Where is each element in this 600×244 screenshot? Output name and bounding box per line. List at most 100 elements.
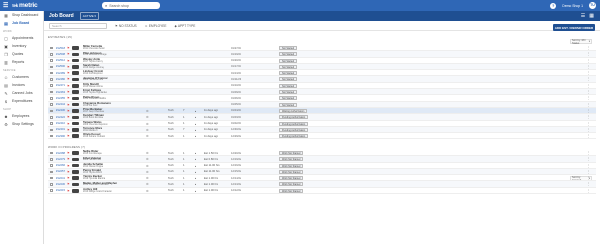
status-badge[interactable]: Work Not Started xyxy=(279,181,304,187)
wrench-icon[interactable]: ⚙ xyxy=(146,182,149,186)
menu-icon[interactable]: ☰ xyxy=(3,2,8,9)
sidebar-item-appointments[interactable]: ▢ Appointments xyxy=(0,34,43,42)
status-badge[interactable]: Pending Authorization xyxy=(279,114,309,120)
ro-number-link[interactable]: #12288 xyxy=(56,150,65,156)
help-icon[interactable]: ? xyxy=(550,2,557,9)
more-options-icon[interactable]: ⋮ xyxy=(587,181,591,187)
status-filter-button[interactable]: ⚑ NO STATUS xyxy=(115,24,137,28)
row-checkbox[interactable] xyxy=(50,70,53,76)
row-checkbox[interactable] xyxy=(50,175,53,181)
ro-number-link[interactable]: #12390 xyxy=(56,133,65,139)
table-row[interactable]: #12215 ⚑ Ashley Hill 2010 Dodge Grand Carav… xyxy=(48,188,596,195)
sidebar-item-expenditures[interactable]: $ Expenditures xyxy=(0,97,43,105)
ro-number-link[interactable]: #12410 xyxy=(56,121,65,127)
wrench-icon[interactable]: ⚙ xyxy=(146,115,149,119)
more-options-icon[interactable]: ⋮ xyxy=(587,89,591,95)
customer-cell[interactable]: Priscilla Baker 2017 Jeep Cherokee xyxy=(83,108,104,114)
customer-cell[interactable]: Jamila Schaller 2014 Nissan Rogue xyxy=(83,163,103,169)
sidebar-item-shop-settings[interactable]: ⚙ Shop Settings xyxy=(0,120,43,128)
status-badge[interactable]: Not Started xyxy=(279,102,298,108)
board-search-input[interactable]: Search xyxy=(49,22,107,29)
customer-cell[interactable]: Nellie Rider 2015 Ford Escape xyxy=(83,150,102,156)
list-view-icon[interactable]: ☰ xyxy=(581,13,585,19)
row-checkbox[interactable] xyxy=(50,102,53,108)
row-checkbox[interactable] xyxy=(50,95,53,101)
more-options-icon[interactable]: ⋮ xyxy=(587,58,591,64)
status-badge[interactable]: Not Started xyxy=(279,76,298,82)
ro-number-link[interactable]: #12257 xyxy=(56,169,65,175)
wrench-icon[interactable]: ⚙ xyxy=(146,109,149,113)
more-options-icon[interactable]: ⋮ xyxy=(587,127,591,133)
user-name[interactable]: Demo Shop 1 xyxy=(562,4,583,8)
sidebar-item-quotes[interactable]: ❐ Quotes xyxy=(0,50,43,58)
status-badge[interactable]: Not Started xyxy=(279,83,298,89)
customer-cell[interactable]: Olivia Kessel 2016 Subaru Outback xyxy=(83,133,105,139)
status-badge[interactable]: Not Started xyxy=(279,64,298,70)
ro-number-link[interactable]: #12444 xyxy=(56,102,65,108)
row-checkbox[interactable] xyxy=(50,64,53,70)
customer-cell[interactable]: Kendari Tillman 2010 Buick Enclave xyxy=(83,114,104,120)
customer-cell[interactable]: Sarah Natan 2016 Dodge Journey xyxy=(83,64,104,70)
ro-number-link[interactable]: #12279 xyxy=(56,156,65,162)
ro-number-link[interactable]: #12463 xyxy=(56,89,65,95)
status-badge[interactable]: Not Started xyxy=(279,51,298,57)
status-badge[interactable]: Not Started xyxy=(279,58,298,64)
row-checkbox[interactable] xyxy=(50,83,53,89)
customer-cell[interactable]: Ethel Valerian 2008 Honda Civic xyxy=(83,156,101,162)
more-options-icon[interactable]: ⋮ xyxy=(587,175,591,181)
status-badge[interactable]: Work Not Started xyxy=(279,150,304,156)
status-badge[interactable]: Work Not Started xyxy=(279,163,304,169)
more-options-icon[interactable]: ⋮ xyxy=(587,133,591,139)
appt-type-filter-button[interactable]: ◆ APPT TYPE xyxy=(174,24,195,28)
ro-number-link[interactable]: #12489 xyxy=(56,70,65,76)
sidebar-item-customers[interactable]: ☺ Customers xyxy=(0,73,43,81)
row-checkbox[interactable] xyxy=(50,181,53,187)
ro-number-link[interactable]: #12512 xyxy=(56,58,65,64)
more-options-icon[interactable]: ⋮ xyxy=(587,83,591,89)
avatar[interactable]: TU xyxy=(589,2,596,9)
customer-cell[interactable]: Tamara Wicks 2009 Chevrolet Equinox xyxy=(83,121,108,127)
status-badge[interactable]: Not Started xyxy=(279,70,298,76)
wrench-icon[interactable]: ⚙ xyxy=(146,128,149,132)
customer-cell[interactable]: Ashley Hill 2010 Dodge Grand Caravan xyxy=(83,188,112,194)
customer-cell[interactable]: Kitty Marvill 2013 Nissan Altima xyxy=(83,83,103,89)
row-checkbox[interactable] xyxy=(50,121,53,127)
row-checkbox[interactable] xyxy=(50,150,53,156)
more-options-icon[interactable]: ⋮ xyxy=(587,70,591,76)
wrench-icon[interactable]: ⚙ xyxy=(146,189,149,193)
status-badge[interactable]: Waiting Authorization xyxy=(279,108,308,114)
customer-cell[interactable]: Wesley Anile 2017 Toyota Camry xyxy=(83,58,103,64)
more-options-icon[interactable]: ⋮ xyxy=(587,102,591,108)
employee-filter-button[interactable]: ☺ EMPLOYEE xyxy=(145,24,167,28)
row-checkbox[interactable] xyxy=(50,163,53,169)
wrench-icon[interactable]: ⚙ xyxy=(146,134,149,138)
ro-number-link[interactable]: #12266 xyxy=(56,163,65,169)
row-checkbox[interactable] xyxy=(50,156,53,162)
more-options-icon[interactable]: ⋮ xyxy=(587,163,591,169)
table-row[interactable]: #12390 ⚑ Olivia Kessel 2016 Subaru Outback ⚙… xyxy=(48,133,596,140)
row-checkbox[interactable] xyxy=(50,58,53,64)
ro-number-link[interactable]: #12508 xyxy=(56,51,65,57)
sidebar-item-employees[interactable]: ☻ Employees xyxy=(0,112,43,120)
customer-cell[interactable]: Cheyanne Romanero 2018 Kia Soul xyxy=(83,102,111,108)
status-badge[interactable]: Not Started xyxy=(279,89,298,95)
wrench-icon[interactable]: ⚙ xyxy=(146,122,149,126)
customer-cell[interactable]: Pettie Ryser 2012 Chevrolet Malibu xyxy=(83,95,106,101)
more-options-icon[interactable]: ⋮ xyxy=(587,95,591,101)
view-dropdown[interactable]: ACTIVE ▾ xyxy=(79,12,99,20)
sidebar-item-reports[interactable]: ▥ Reports xyxy=(0,58,43,66)
more-options-icon[interactable]: ⋮ xyxy=(587,114,591,120)
grid-view-icon[interactable]: ▦ xyxy=(589,13,594,19)
more-options-icon[interactable]: ⋮ xyxy=(587,121,591,127)
more-options-icon[interactable]: ⋮ xyxy=(587,108,591,114)
sidebar-item-job-board[interactable]: ▤ Job Board xyxy=(0,19,43,27)
wrench-icon[interactable]: ⚙ xyxy=(146,170,149,174)
sidebar-item-invoices[interactable]: ▤ Invoices xyxy=(0,81,43,89)
ro-number-link[interactable]: #12455 xyxy=(56,95,65,101)
more-options-icon[interactable]: ⋮ xyxy=(587,188,591,194)
more-options-icon[interactable]: ⋮ xyxy=(587,76,591,82)
sidebar-item-inventory[interactable]: ▣ Inventory xyxy=(0,42,43,50)
estimates-sort-dropdown[interactable]: Sort by: RO Status ▾ xyxy=(570,39,592,45)
status-badge[interactable]: Work Not Started xyxy=(279,156,304,162)
more-options-icon[interactable]: ⋮ xyxy=(587,64,591,70)
